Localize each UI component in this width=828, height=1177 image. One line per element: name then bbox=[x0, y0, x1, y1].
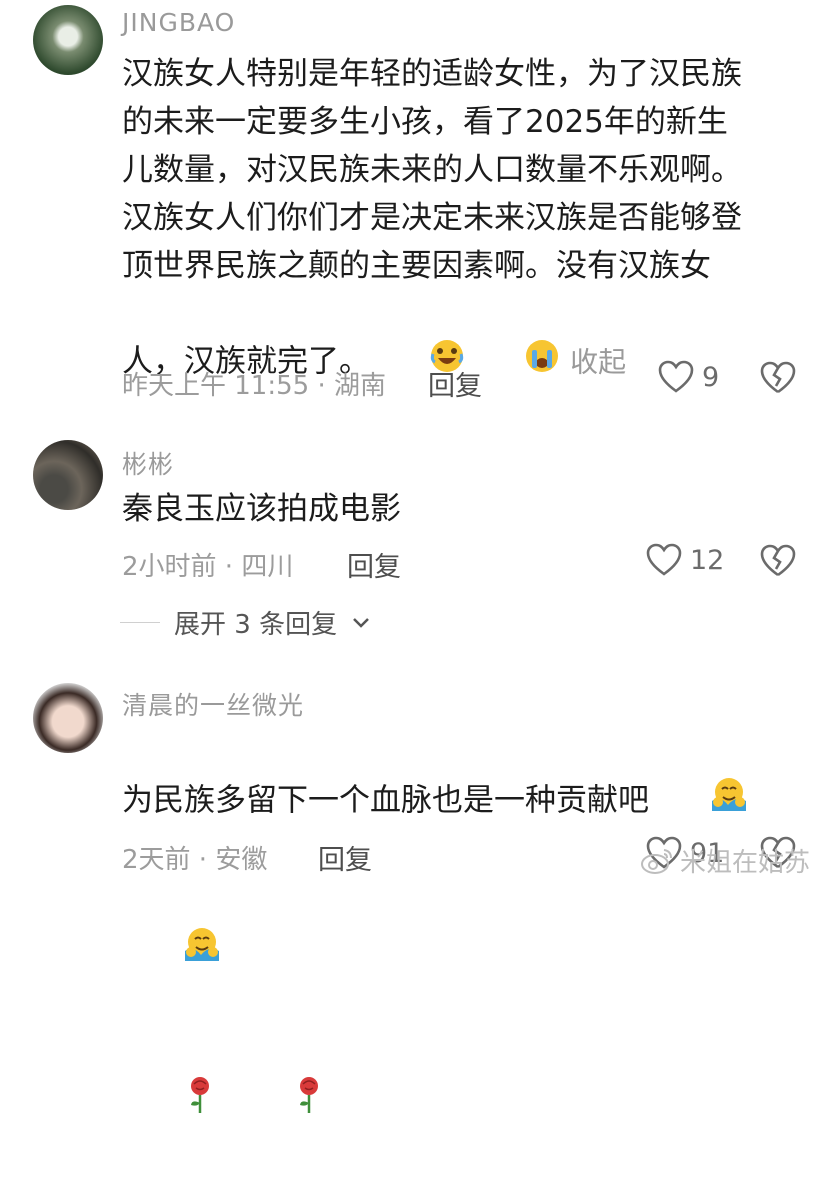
username[interactable]: 彬彬 bbox=[122, 445, 174, 481]
avatar[interactable] bbox=[33, 5, 103, 75]
hug-emoji bbox=[122, 877, 223, 1027]
laughing-tears-emoji bbox=[370, 290, 465, 436]
heart-icon bbox=[646, 543, 682, 576]
expand-replies-button[interactable]: 展开 3 条回复 bbox=[120, 604, 371, 641]
crying-emoji bbox=[465, 290, 560, 436]
like-count: 9 bbox=[702, 361, 720, 393]
avatar[interactable] bbox=[33, 683, 103, 753]
dislike-button[interactable] bbox=[760, 544, 796, 582]
divider bbox=[120, 622, 160, 623]
avatar[interactable] bbox=[33, 440, 103, 510]
reply-button[interactable]: 回复 bbox=[428, 364, 482, 403]
watermark: 米姐在姑苏 bbox=[640, 842, 810, 879]
rose-emoji bbox=[126, 1027, 215, 1177]
comment-text: 秦良玉应该拍成电影 bbox=[122, 491, 401, 527]
broken-heart-icon bbox=[760, 361, 796, 394]
watermark-text: 米姐在姑苏 bbox=[679, 848, 810, 878]
comment-text: 为民族多留下一个血脉也是一种贡献吧 bbox=[122, 727, 802, 1177]
username[interactable]: 清晨的一丝微光 bbox=[122, 686, 304, 722]
username[interactable]: JINGBAO bbox=[122, 8, 235, 37]
expand-replies-label: 展开 3 条回复 bbox=[174, 610, 338, 640]
like-button[interactable]: 9 bbox=[658, 360, 719, 394]
dislike-button[interactable] bbox=[760, 361, 796, 399]
heart-icon bbox=[658, 360, 694, 393]
reply-button[interactable]: 回复 bbox=[347, 545, 401, 584]
like-count: 12 bbox=[690, 544, 725, 576]
comment-meta: 昨天上午 11:55 · 湖南 bbox=[122, 371, 386, 401]
chevron-down-icon bbox=[353, 617, 369, 628]
reply-button[interactable]: 回复 bbox=[318, 838, 372, 877]
collapse-link[interactable]: 收起 bbox=[570, 346, 626, 379]
broken-heart-icon bbox=[760, 544, 796, 577]
weibo-logo-icon bbox=[640, 848, 672, 874]
rose-emoji bbox=[235, 1027, 324, 1177]
comment-meta: 2天前 · 安徽 bbox=[122, 845, 268, 875]
like-button[interactable]: 12 bbox=[646, 543, 724, 577]
comment-meta: 2小时前 · 四川 bbox=[122, 552, 294, 582]
